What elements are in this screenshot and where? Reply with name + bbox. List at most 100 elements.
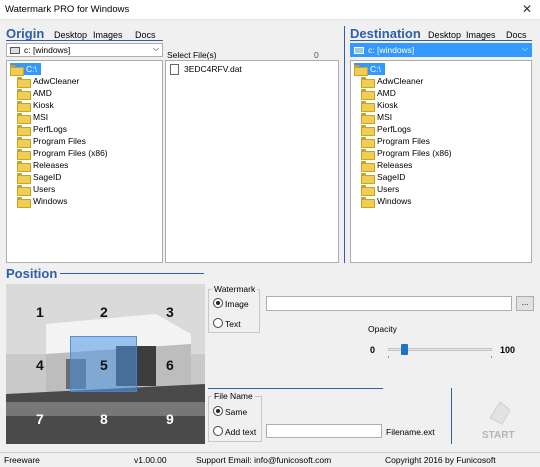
start-icon [489, 401, 511, 425]
origin-folder-tree[interactable]: C:\ AdwCleaner AMD Kiosk MSI PerfLogs Pr… [6, 60, 163, 263]
opacity-thumb[interactable] [400, 344, 408, 355]
origin-docs-link[interactable]: Docs [135, 30, 156, 40]
chevron-down-icon: ⌵ [152, 44, 159, 53]
tree-item[interactable]: Windows [17, 195, 67, 208]
folder-icon [17, 184, 31, 196]
folder-icon [361, 184, 375, 196]
tree-item[interactable]: AMD [361, 87, 396, 100]
tree-item[interactable]: MSI [361, 111, 392, 124]
watermark-path-input[interactable] [266, 296, 512, 311]
folder-open-icon [10, 64, 24, 76]
folder-icon [17, 76, 31, 88]
destination-images-link[interactable]: Images [466, 30, 496, 40]
position-1[interactable]: 1 [36, 304, 44, 320]
file-count: 0 [314, 50, 319, 60]
watermark-group-title: Watermark [212, 284, 258, 294]
filename-same-label[interactable]: Same [225, 407, 247, 417]
tree-item[interactable]: PerfLogs [17, 123, 67, 136]
tree-item[interactable]: SageID [361, 171, 405, 184]
status-bar: Freeware v1.00.00 Support Email: info@fu… [0, 452, 540, 467]
folder-icon [361, 172, 375, 184]
tree-item[interactable]: Program Files [361, 135, 430, 148]
watermark-image-label[interactable]: Image [225, 299, 249, 309]
folder-icon [17, 88, 31, 100]
file-list[interactable]: 3EDC4RFV.dat [165, 60, 339, 263]
origin-images-link[interactable]: Images [93, 30, 123, 40]
destination-drive-select[interactable]: c: [windows] ⌵ [350, 43, 532, 57]
folder-icon [361, 112, 375, 124]
origin-title: Origin [6, 26, 45, 41]
tree-item[interactable]: Program Files [17, 135, 86, 148]
browse-button[interactable]: ... [516, 296, 534, 311]
tree-item[interactable]: Releases [17, 159, 68, 172]
license-text: Freeware [4, 455, 40, 465]
folder-icon [17, 100, 31, 112]
tree-item[interactable]: Users [361, 183, 399, 196]
destination-desktop-link[interactable]: Desktop [428, 30, 461, 40]
tree-item[interactable]: Releases [361, 159, 412, 172]
drive-icon [354, 47, 364, 54]
watermark-image-radio[interactable] [213, 298, 223, 308]
tree-item[interactable]: Program Files (x86) [361, 147, 452, 160]
folder-icon [17, 148, 31, 160]
tree-item-root[interactable]: C:\ [10, 63, 41, 76]
origin-divider [6, 40, 163, 41]
destination-folder-tree[interactable]: C:\ AdwCleaner AMD Kiosk MSI PerfLogs Pr… [350, 60, 532, 263]
position-preview[interactable]: 1 2 3 4 5 6 7 8 9 [6, 284, 205, 444]
select-files-label: Select File(s) [167, 50, 217, 60]
folder-icon [17, 124, 31, 136]
file-item[interactable]: 3EDC4RFV.dat [170, 63, 242, 75]
filename-addtext-label[interactable]: Add text [225, 427, 256, 437]
position-8[interactable]: 8 [100, 411, 108, 427]
position-7[interactable]: 7 [36, 411, 44, 427]
opacity-min: 0 [370, 345, 376, 355]
filename-text-input[interactable] [266, 424, 382, 438]
position-6[interactable]: 6 [166, 357, 174, 373]
tree-item[interactable]: AdwCleaner [361, 75, 423, 88]
tree-item-root[interactable]: C:\ [354, 63, 385, 76]
tree-item[interactable]: SageID [17, 171, 61, 184]
close-icon[interactable]: ✕ [522, 2, 532, 16]
tree-item[interactable]: Program Files (x86) [17, 147, 108, 160]
tree-item[interactable]: Kiosk [17, 99, 54, 112]
opacity-max: 100 [500, 345, 516, 355]
position-title: Position [6, 266, 58, 281]
copyright-text: Copyright 2016 by Funicosoft [385, 455, 496, 465]
position-9[interactable]: 9 [166, 411, 174, 427]
tree-item[interactable]: Windows [361, 195, 411, 208]
folder-icon [17, 172, 31, 184]
tree-item[interactable]: AMD [17, 87, 52, 100]
tree-item[interactable]: PerfLogs [361, 123, 411, 136]
position-5[interactable]: 5 [100, 357, 108, 373]
tree-item[interactable]: Users [17, 183, 55, 196]
filename-same-radio[interactable] [213, 406, 223, 416]
folder-icon [17, 112, 31, 124]
position-2[interactable]: 2 [100, 304, 108, 320]
folder-icon [361, 148, 375, 160]
tree-item[interactable]: AdwCleaner [17, 75, 79, 88]
tree-item[interactable]: MSI [17, 111, 48, 124]
filename-addtext-radio[interactable] [213, 426, 223, 436]
filename-group-title: File Name [212, 391, 255, 401]
position-3[interactable]: 3 [166, 304, 174, 320]
folder-icon [361, 196, 375, 208]
origin-desktop-link[interactable]: Desktop [54, 30, 87, 40]
support-email[interactable]: Support Email: info@funicosoft.com [196, 455, 331, 465]
watermark-text-label[interactable]: Text [225, 319, 241, 329]
origin-drive-select[interactable]: c: [windows] ⌵ [6, 43, 163, 57]
start-divider [451, 388, 452, 444]
folder-icon [361, 160, 375, 172]
opacity-slider[interactable] [384, 344, 496, 358]
destination-docs-link[interactable]: Docs [506, 30, 527, 40]
title-bar: Watermark PRO for Windows ✕ [0, 0, 540, 20]
destination-drive-label: c: [windows] [368, 45, 415, 55]
position-4[interactable]: 4 [36, 357, 44, 373]
opacity-label: Opacity [368, 324, 397, 334]
folder-icon [17, 160, 31, 172]
chevron-down-icon: ⌵ [521, 44, 528, 53]
watermark-text-radio[interactable] [213, 318, 223, 328]
destination-title: Destination [350, 26, 421, 41]
start-button[interactable]: START [476, 398, 522, 444]
tree-item[interactable]: Kiosk [361, 99, 398, 112]
folder-icon [361, 124, 375, 136]
